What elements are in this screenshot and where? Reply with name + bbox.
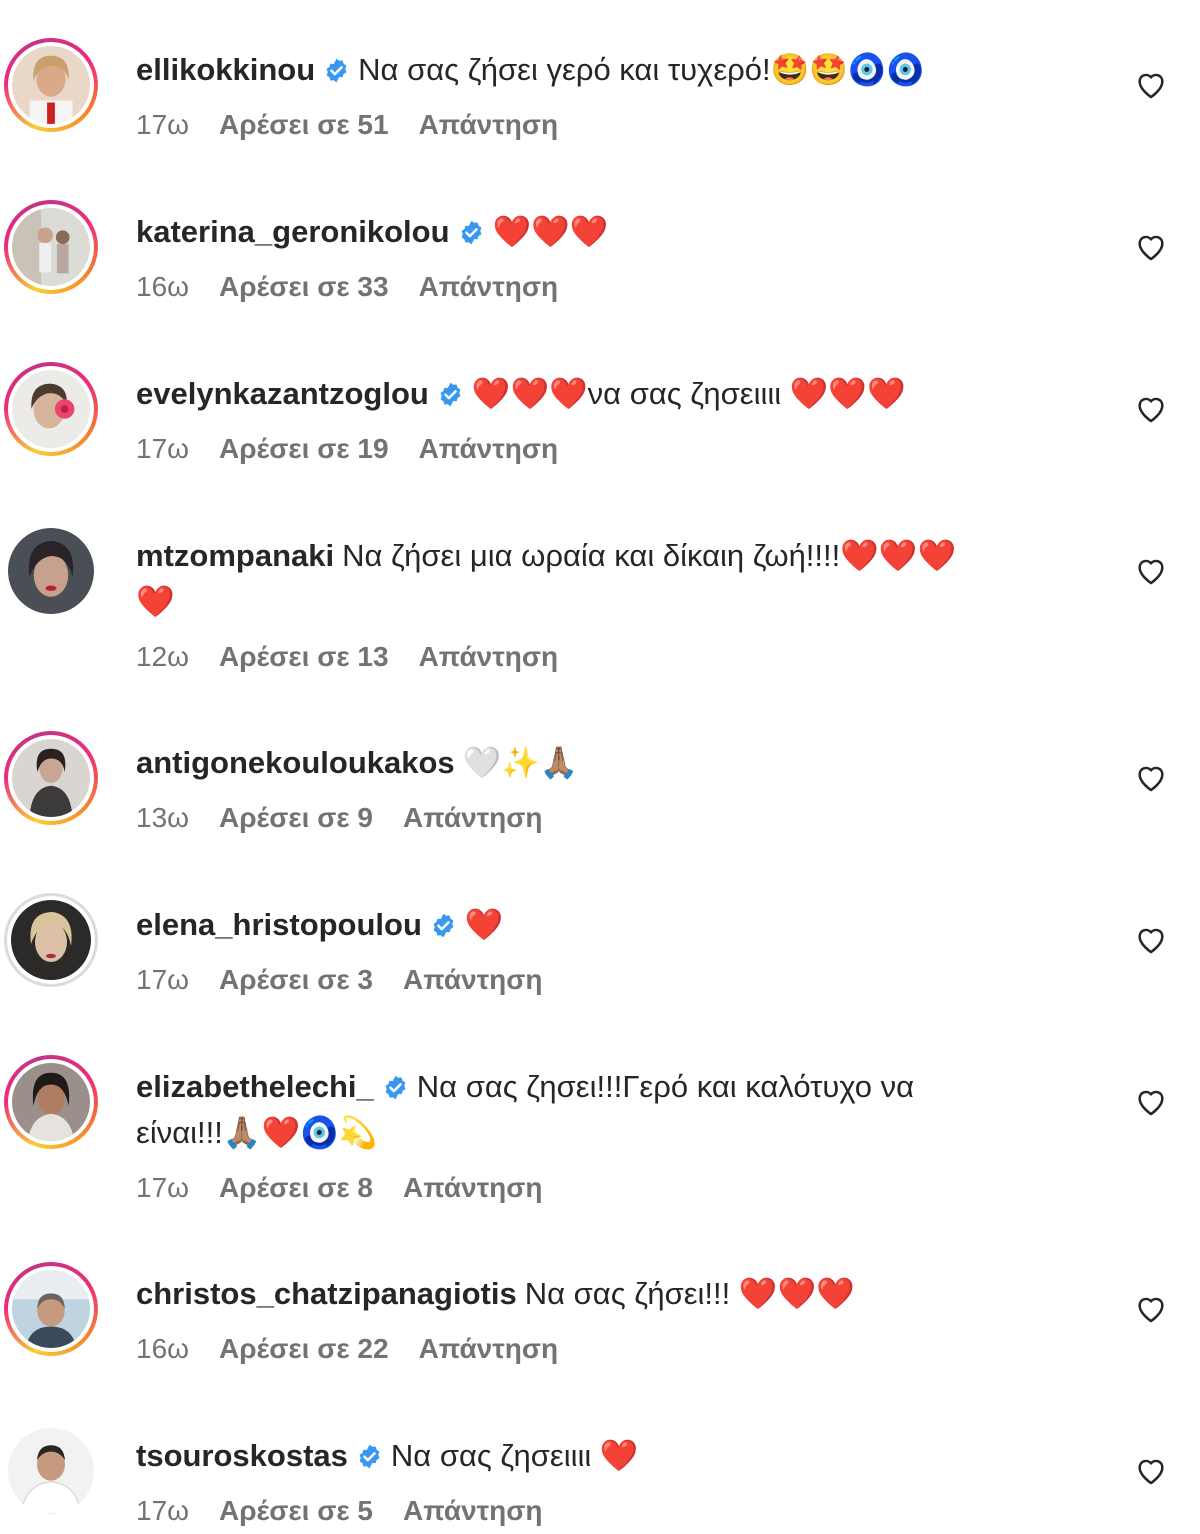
heart-outline-icon[interactable] <box>1134 1292 1168 1326</box>
comment-likes[interactable]: Αρέσει σε 22 <box>219 1333 389 1364</box>
reply-button[interactable]: Απάντηση <box>419 1333 559 1364</box>
comment-time[interactable]: 13ω <box>136 802 189 833</box>
comment-username[interactable]: mtzompanaki <box>136 538 334 573</box>
comment-text: 🤍✨🙏🏽 <box>462 745 579 780</box>
avatar[interactable] <box>4 1424 98 1518</box>
comment-time[interactable]: 17ω <box>136 109 189 140</box>
heart-outline-icon[interactable] <box>1134 554 1168 588</box>
comment-time[interactable]: 17ω <box>136 1495 189 1526</box>
comment-likes[interactable]: Αρέσει σε 8 <box>219 1172 373 1203</box>
comment-likes[interactable]: Αρέσει σε 9 <box>219 802 373 833</box>
avatar[interactable] <box>4 731 98 825</box>
comment-text-continued: είναι!!!🙏🏽❤️🧿💫 <box>136 1115 378 1150</box>
comment-time[interactable]: 17ω <box>136 433 189 464</box>
verified-badge-icon <box>458 219 485 246</box>
comment-text: ❤️ <box>464 907 504 942</box>
comment-username[interactable]: christos_chatzipanagiotis <box>136 1276 517 1311</box>
comment-likes[interactable]: Αρέσει σε 51 <box>219 109 389 140</box>
comment-username[interactable]: ellikokkinou <box>136 52 315 87</box>
heart-outline-icon[interactable] <box>1134 392 1168 426</box>
heart-outline-icon[interactable] <box>1134 1085 1168 1119</box>
comment-likes[interactable]: Αρέσει σε 19 <box>219 433 389 464</box>
avatar[interactable] <box>4 1262 98 1356</box>
heart-outline-icon[interactable] <box>1134 761 1168 795</box>
reply-button[interactable]: Απάντηση <box>403 802 543 833</box>
comment-time[interactable]: 16ω <box>136 1333 189 1364</box>
comment-username[interactable]: tsouroskostas <box>136 1438 348 1473</box>
reply-button[interactable]: Απάντηση <box>419 433 559 464</box>
comment-likes[interactable]: Αρέσει σε 5 <box>219 1495 373 1526</box>
comment-username[interactable]: evelynkazantzoglou <box>136 376 429 411</box>
comment-list: ellikokkinou Να σας ζήσει γερό και τυχερό… <box>0 0 1200 1534</box>
verified-badge-icon <box>356 1443 383 1470</box>
heart-outline-icon[interactable] <box>1134 68 1168 102</box>
reply-button[interactable]: Απάντηση <box>403 964 543 995</box>
reply-button[interactable]: Απάντηση <box>419 271 559 302</box>
verified-badge-icon <box>437 381 464 408</box>
avatar[interactable] <box>4 38 98 132</box>
avatar[interactable] <box>4 200 98 294</box>
comment-text-continued: ❤️ <box>136 584 175 619</box>
comment-username[interactable]: antigonekouloukakos <box>136 745 455 780</box>
comment-time[interactable]: 12ω <box>136 641 189 672</box>
comment-text: ❤️❤️❤️να σας ζησειιιι ❤️❤️❤️ <box>471 376 906 411</box>
comment-username[interactable]: katerina_geronikolou <box>136 214 450 249</box>
comment-time[interactable]: 17ω <box>136 1172 189 1203</box>
reply-button[interactable]: Απάντηση <box>419 641 559 672</box>
reply-button[interactable]: Απάντηση <box>419 109 559 140</box>
heart-outline-icon[interactable] <box>1134 923 1168 957</box>
comment-time[interactable]: 17ω <box>136 964 189 995</box>
comment-likes[interactable]: Αρέσει σε 13 <box>219 641 389 672</box>
reply-button[interactable]: Απάντηση <box>403 1172 543 1203</box>
comment-text: Να σας ζησειιιι ❤️ <box>390 1438 639 1473</box>
verified-badge-icon <box>382 1074 409 1101</box>
comment-username[interactable]: elena_hristopoulou <box>136 907 422 942</box>
comment-username[interactable]: elizabethelechi_ <box>136 1069 374 1104</box>
comment-text: Να ζήσει μια ωραία και δίκαιη ζωή!!!!❤️❤… <box>342 538 957 573</box>
comment-text: ❤️❤️❤️ <box>492 214 609 249</box>
comment-text: Να σας ζήσει!!! ❤️❤️❤️ <box>524 1276 855 1311</box>
avatar[interactable] <box>4 893 98 987</box>
comment-likes[interactable]: Αρέσει σε 3 <box>219 964 373 995</box>
reply-button[interactable]: Απάντηση <box>403 1495 543 1526</box>
heart-outline-icon[interactable] <box>1134 1454 1168 1488</box>
comment-time[interactable]: 16ω <box>136 271 189 302</box>
avatar[interactable] <box>4 524 98 618</box>
comment-text: Να σας ζησει!!!Γερό και καλότυχο να <box>416 1069 915 1104</box>
avatar[interactable] <box>4 1055 98 1149</box>
verified-badge-icon <box>323 57 350 84</box>
comment-text: Να σας ζήσει γερό και τυχερό!🤩🤩🧿🧿 <box>358 52 926 87</box>
verified-badge-icon <box>430 912 457 939</box>
comment-likes[interactable]: Αρέσει σε 33 <box>219 271 389 302</box>
heart-outline-icon[interactable] <box>1134 230 1168 264</box>
avatar[interactable] <box>4 362 98 456</box>
